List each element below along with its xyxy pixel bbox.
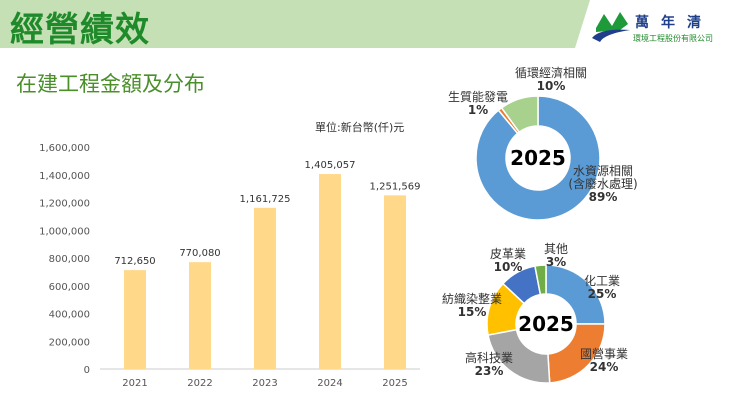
slice-label-line2: (含廢水處理)	[568, 176, 637, 191]
y-tick-label: 200,000	[49, 337, 90, 348]
slice-percent: 1%	[468, 103, 488, 117]
x-tick-label: 2021	[122, 378, 147, 389]
slice-percent: 10%	[494, 260, 523, 274]
y-tick-label: 600,000	[49, 282, 90, 293]
bar	[254, 207, 276, 369]
slice-percent: 15%	[458, 305, 487, 319]
slice-label: 國營事業	[580, 347, 628, 361]
y-tick-label: 1,400,000	[39, 171, 90, 182]
bar	[384, 195, 406, 369]
slice-percent: 3%	[546, 255, 566, 269]
y-tick-label: 1,600,000	[39, 143, 90, 154]
bar-data-label: 770,080	[179, 248, 220, 259]
donut-center-label: 2025	[518, 312, 574, 336]
x-tick-label: 2022	[187, 378, 212, 389]
bar-data-label: 712,650	[114, 256, 155, 267]
unit-label: 單位:新台幣(仟)元	[315, 120, 404, 134]
slice-percent: 10%	[537, 79, 566, 93]
slice-label: 水資源相關	[573, 164, 633, 178]
bar	[189, 262, 211, 369]
slice-percent: 24%	[590, 360, 619, 374]
slice-label: 高科技業	[465, 350, 513, 365]
x-tick-label: 2025	[382, 378, 407, 389]
slice-label: 皮革業	[490, 247, 526, 261]
bar	[319, 174, 341, 369]
bar-data-label: 1,161,725	[240, 194, 291, 205]
y-tick-label: 1,200,000	[39, 199, 90, 210]
slice-percent: 89%	[589, 190, 618, 204]
bar-data-label: 1,251,569	[370, 181, 421, 192]
slice-percent: 23%	[475, 364, 504, 378]
y-tick-label: 1,000,000	[39, 226, 90, 237]
x-tick-label: 2023	[252, 378, 277, 389]
slice-label: 循環經濟相關	[515, 65, 587, 80]
donut-center-label: 2025	[510, 146, 566, 170]
y-tick-label: 400,000	[49, 310, 90, 321]
slice-percent: 25%	[588, 287, 617, 301]
slice-label: 化工業	[584, 274, 620, 288]
slice-label: 其他	[544, 242, 568, 256]
x-tick-label: 2024	[317, 378, 342, 389]
charts: 單位:新台幣(仟)元 0 200,000 400,000 600,000 800,000…	[39, 65, 638, 389]
bar-data-label: 1,405,057	[305, 160, 356, 171]
y-tick-label: 800,000	[49, 254, 90, 265]
slice-label: 生質能發電	[448, 89, 508, 104]
slice-label: 紡織染整業	[442, 291, 502, 306]
y-tick-label: 0	[84, 365, 90, 376]
bar	[124, 270, 146, 369]
